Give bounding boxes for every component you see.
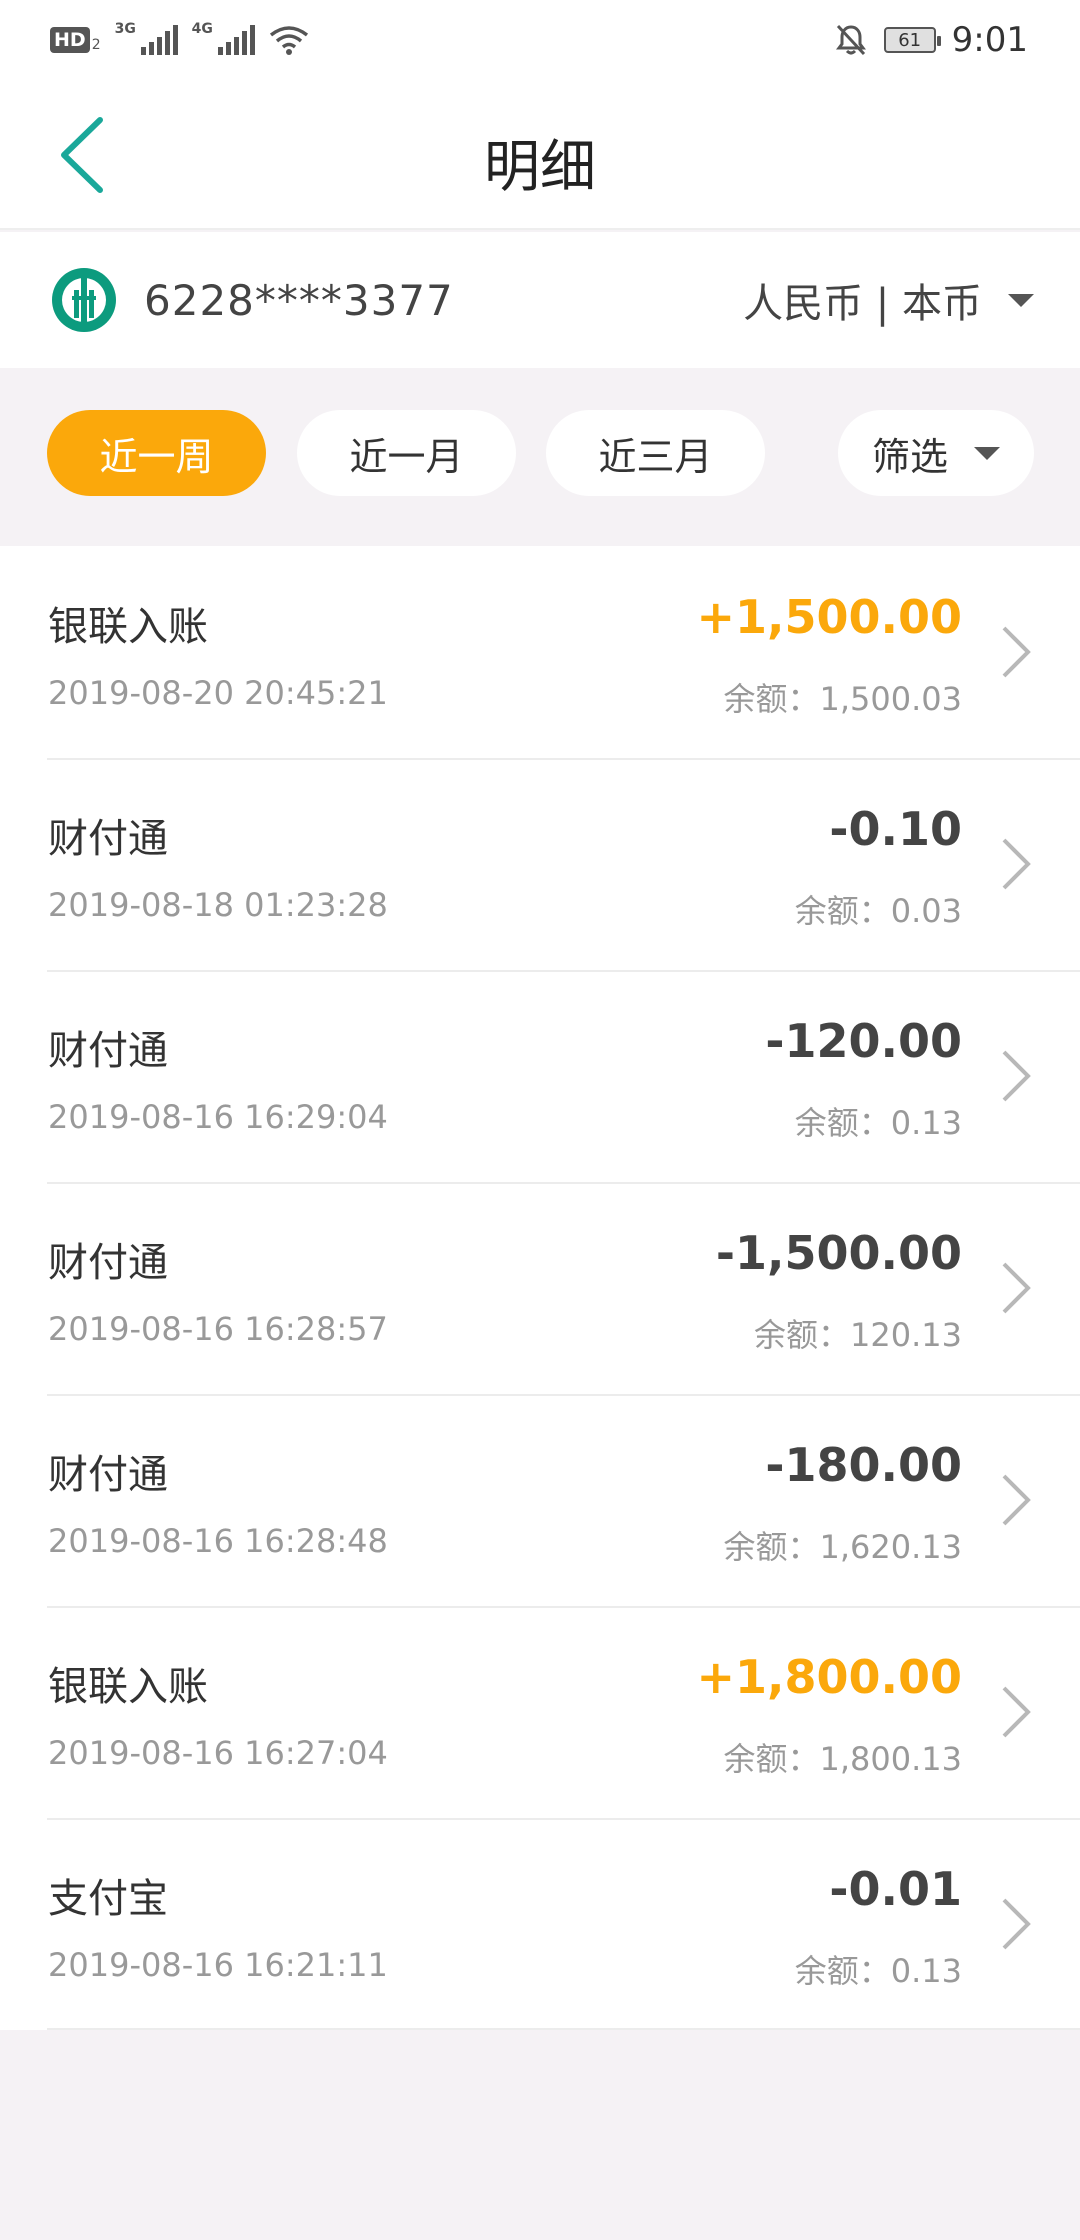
chevron-right-icon — [1002, 1474, 1031, 1526]
item-title: 银联入账 — [48, 604, 208, 650]
tab-month[interactable]: 近一月 — [297, 410, 516, 496]
list-item[interactable]: 财付通 2019-08-16 16:29:04 -120.00 余额：0.13 — [0, 970, 1080, 1182]
chevron-right-icon — [1002, 838, 1031, 890]
tab-month-label: 近一月 — [349, 434, 464, 479]
item-amount: -0.10 — [829, 802, 962, 856]
account-row: 6228****3377 人民币 | 本币 — [0, 232, 1080, 368]
mute-bell-icon — [835, 24, 866, 56]
filter-label: 筛选 — [871, 434, 948, 479]
item-amount: +1,500.00 — [696, 590, 962, 644]
item-title: 财付通 — [48, 816, 168, 862]
chevron-right-icon — [1002, 1262, 1031, 1314]
currency-label: 人民币 | 本币 — [743, 281, 982, 327]
item-title: 财付通 — [48, 1452, 168, 1498]
item-time: 2019-08-16 16:28:48 — [48, 1522, 388, 1560]
list-item[interactable]: 财付通 2019-08-16 16:28:48 -180.00 余额：1,620… — [0, 1394, 1080, 1606]
list-item[interactable]: 支付宝 2019-08-16 16:21:11 -0.01 余额：0.13 — [0, 1818, 1080, 2030]
account-number: 6228****3377 — [144, 275, 454, 325]
list-item[interactable]: 财付通 2019-08-18 01:23:28 -0.10 余额：0.03 — [0, 758, 1080, 970]
hd-sub: 2 — [91, 37, 101, 53]
net-type-3g: 3G — [114, 21, 136, 37]
caret-down-icon — [974, 446, 1000, 460]
item-amount: -0.01 — [829, 1862, 962, 1916]
chevron-right-icon — [1002, 1686, 1031, 1738]
item-amount: +1,800.00 — [696, 1650, 962, 1704]
net-type-4g: 4G — [191, 21, 213, 37]
tab-week[interactable]: 近一周 — [47, 410, 266, 496]
transaction-list: 银联入账 2019-08-20 20:45:21 +1,500.00 余额：1,… — [0, 546, 1080, 2030]
item-title: 财付通 — [48, 1240, 168, 1286]
filter-bar: 近一周 近一月 近三月 筛选 — [0, 368, 1080, 546]
item-title: 财付通 — [48, 1028, 168, 1074]
chevron-right-icon — [1002, 1898, 1031, 1950]
item-balance: 余额：120.13 — [754, 1316, 962, 1354]
chevron-right-icon — [1002, 1050, 1031, 1102]
status-bar: HD 2 3G 4G 61 9:01 — [0, 0, 1080, 80]
item-balance: 余额：1,620.13 — [723, 1528, 962, 1566]
item-title: 银联入账 — [48, 1664, 208, 1710]
tab-three-months[interactable]: 近三月 — [546, 410, 765, 496]
list-item[interactable]: 财付通 2019-08-16 16:28:57 -1,500.00 余额：120… — [0, 1182, 1080, 1394]
item-time: 2019-08-18 01:23:28 — [48, 886, 388, 924]
status-right: 61 9:01 — [834, 20, 1028, 60]
signal-3g-icon: 3G — [115, 21, 178, 55]
filter-button[interactable]: 筛选 — [838, 410, 1034, 496]
item-time: 2019-08-16 16:29:04 — [48, 1098, 388, 1136]
item-balance: 余额：1,800.13 — [723, 1740, 962, 1778]
item-balance: 余额：0.13 — [794, 1952, 962, 1990]
hd-label: HD — [50, 27, 90, 53]
chevron-right-icon — [1002, 626, 1031, 678]
item-time: 2019-08-16 16:27:04 — [48, 1734, 388, 1772]
item-balance: 余额：0.13 — [794, 1104, 962, 1142]
page-title: 明细 — [484, 135, 596, 200]
bank-logo-icon — [52, 268, 116, 332]
wifi-icon — [269, 26, 308, 55]
hd-icon: HD 2 — [50, 27, 101, 53]
item-time: 2019-08-16 16:21:11 — [48, 1946, 388, 1984]
item-amount: -180.00 — [765, 1438, 962, 1492]
item-title: 支付宝 — [48, 1876, 168, 1922]
list-item[interactable]: 银联入账 2019-08-16 16:27:04 +1,800.00 余额：1,… — [0, 1606, 1080, 1818]
item-time: 2019-08-20 20:45:21 — [48, 674, 388, 712]
item-balance: 余额：0.03 — [794, 892, 962, 930]
title-bar: 明细 — [0, 80, 1080, 230]
clock: 9:01 — [951, 20, 1028, 60]
item-balance: 余额：1,500.03 — [723, 680, 962, 718]
battery-level: 61 — [898, 29, 922, 51]
item-amount: -120.00 — [765, 1014, 962, 1068]
item-amount: -1,500.00 — [715, 1226, 962, 1280]
currency-selector[interactable]: 人民币 | 本币 — [743, 271, 1034, 329]
item-time: 2019-08-16 16:28:57 — [48, 1310, 388, 1348]
list-item[interactable]: 银联入账 2019-08-20 20:45:21 +1,500.00 余额：1,… — [0, 546, 1080, 758]
status-indicators: HD 2 3G 4G — [50, 21, 309, 55]
tab-week-label: 近一周 — [99, 434, 214, 479]
caret-down-icon — [1008, 293, 1034, 307]
battery-icon: 61 — [883, 27, 941, 53]
signal-4g-icon: 4G — [192, 21, 255, 55]
tab-three-months-label: 近三月 — [598, 434, 713, 479]
